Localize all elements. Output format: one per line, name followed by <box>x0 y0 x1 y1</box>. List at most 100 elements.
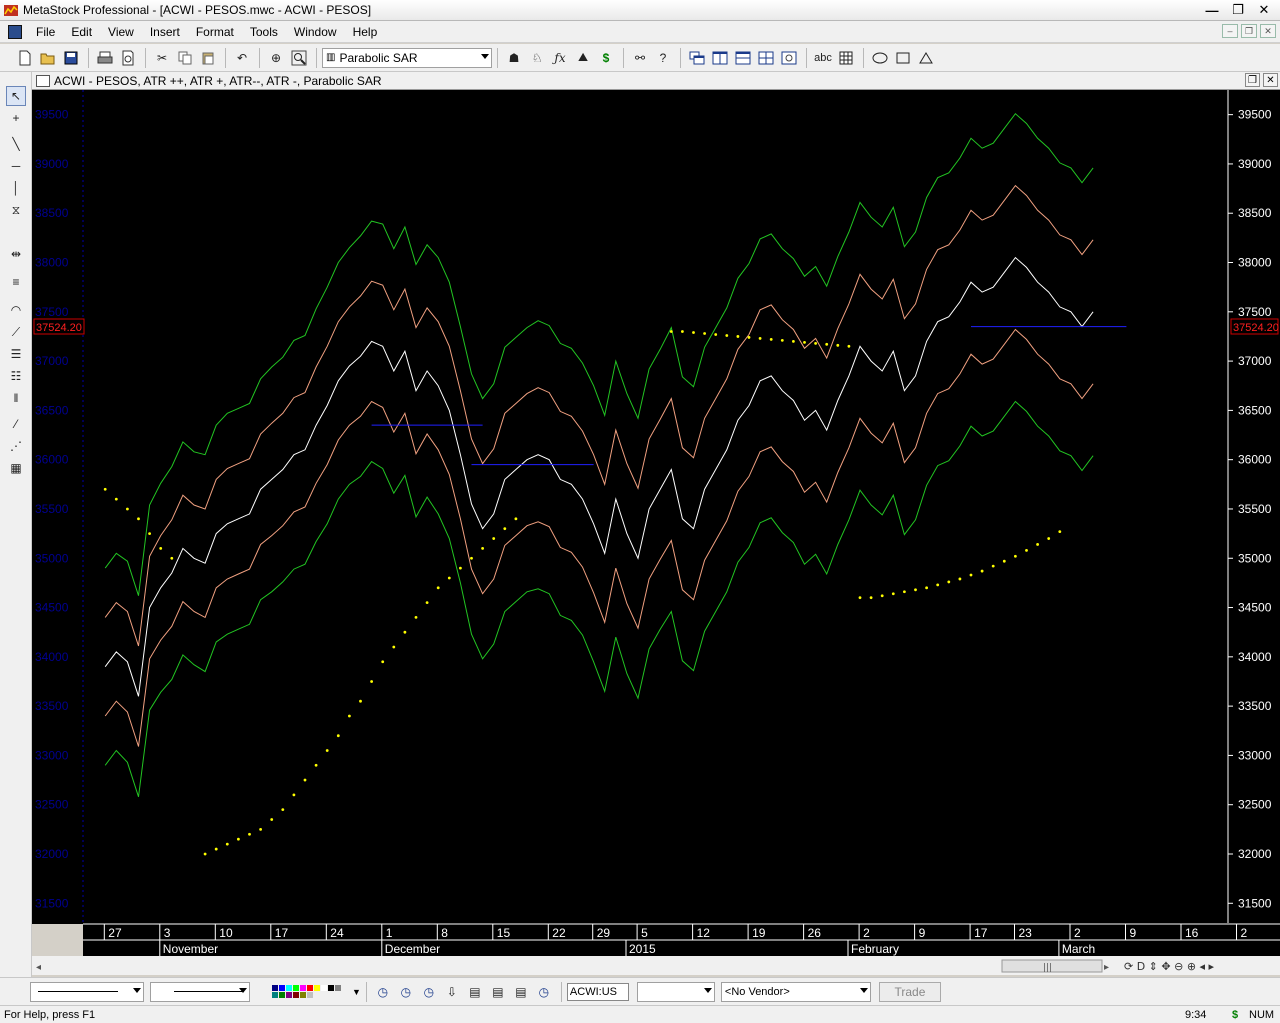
layout-two-icon[interactable]: ▤ <box>487 981 509 1003</box>
print-icon[interactable] <box>94 47 116 69</box>
scroll-tool-icon[interactable]: ⇹ <box>6 244 26 264</box>
minimize-button[interactable]: — <box>1200 1 1224 19</box>
menu-window[interactable]: Window <box>286 25 345 39</box>
menu-file[interactable]: File <box>28 25 63 39</box>
menu-edit[interactable]: Edit <box>63 25 100 39</box>
y-tick-label-left: 34000 <box>35 650 69 664</box>
copy-icon[interactable] <box>174 47 196 69</box>
pattern-tool-icon[interactable]: ▦ <box>6 458 26 478</box>
tile-grid-icon[interactable] <box>755 47 777 69</box>
print-preview-icon[interactable] <box>117 47 139 69</box>
vendor-select[interactable]: <No Vendor> <box>720 981 871 1002</box>
palette-dropdown-icon[interactable]: ▼ <box>352 987 361 997</box>
chart-close-icon[interactable]: ✕ <box>1263 73 1278 87</box>
indicator-builder-icon[interactable]: ƒx <box>549 47 571 69</box>
menu-insert[interactable]: Insert <box>142 25 188 39</box>
palette-swatch[interactable] <box>279 992 285 998</box>
binoculars-icon[interactable]: ⚯ <box>629 47 651 69</box>
rectangle-tool-icon[interactable] <box>892 47 914 69</box>
tile-horizontal-icon[interactable] <box>732 47 754 69</box>
line-style-select[interactable] <box>30 981 144 1002</box>
sar-dot <box>514 517 518 521</box>
zoom-icon[interactable] <box>288 47 310 69</box>
horizontal-line-tool-icon[interactable]: ─ <box>6 156 26 176</box>
palette-swatch[interactable] <box>286 985 292 991</box>
document-icon[interactable] <box>8 24 22 39</box>
paste-icon[interactable] <box>197 47 219 69</box>
palette-swatch[interactable] <box>272 985 278 991</box>
menu-format[interactable]: Format <box>188 25 242 39</box>
restore-button[interactable]: ❐ <box>1226 1 1250 19</box>
palette-swatch[interactable] <box>335 985 341 991</box>
cascade-windows-icon[interactable] <box>686 47 708 69</box>
dollar-icon[interactable]: $ <box>595 47 617 69</box>
period-monthly-icon[interactable]: ◷ <box>418 981 440 1003</box>
palette-swatch[interactable] <box>279 985 285 991</box>
menu-tools[interactable]: Tools <box>242 25 286 39</box>
line-tool-icon[interactable]: ⁄ <box>6 414 26 434</box>
palette-swatch[interactable] <box>300 992 306 998</box>
pointer-tool-icon[interactable]: ↖ <box>6 86 26 106</box>
mdi-minimize-icon[interactable]: – <box>1222 24 1238 38</box>
indicator-select[interactable]: ▥ Parabolic SAR <box>322 47 492 68</box>
y-tick-label: 35500 <box>1238 502 1272 516</box>
system-tester-icon[interactable]: ⛰ <box>572 47 594 69</box>
symbol-input[interactable] <box>566 982 629 1001</box>
quadrant-lines-tool-icon[interactable]: ☷ <box>6 366 26 386</box>
palette-swatch[interactable] <box>293 985 299 991</box>
cut-icon[interactable]: ✂ <box>151 47 173 69</box>
grid-table-icon[interactable] <box>835 47 857 69</box>
layout-one-icon[interactable]: ▤ <box>464 981 486 1003</box>
trade-button[interactable]: Trade <box>878 981 941 1002</box>
layout-three-icon[interactable]: ▤ <box>510 981 532 1003</box>
speed-lines-tool-icon[interactable]: ⟋ <box>6 322 26 342</box>
period-daily-icon[interactable]: ◷ <box>372 981 394 1003</box>
trendline-tool-icon[interactable]: ╲ <box>6 134 26 154</box>
text-tool-icon[interactable]: abc <box>812 47 834 69</box>
sar-dot <box>348 714 351 718</box>
close-button[interactable]: ✕ <box>1252 1 1276 19</box>
ellipse-tool-icon[interactable] <box>869 47 891 69</box>
chart-restore-icon[interactable]: ❐ <box>1245 73 1260 87</box>
color-palette[interactable] <box>272 985 344 998</box>
sar-dot <box>392 645 396 649</box>
cycle-lines-tool-icon[interactable]: ⧖ <box>6 200 26 220</box>
save-icon[interactable] <box>60 47 82 69</box>
palette-swatch[interactable] <box>293 992 299 998</box>
palette-swatch[interactable] <box>328 985 334 991</box>
help-pointer-icon[interactable]: ? <box>652 47 674 69</box>
palette-swatch[interactable] <box>286 992 292 998</box>
layout-settings-icon[interactable] <box>778 47 800 69</box>
vertical-line-tool-icon[interactable]: │ <box>6 178 26 198</box>
tile-vertical-icon[interactable] <box>709 47 731 69</box>
open-folder-icon[interactable] <box>37 47 59 69</box>
fibonacci-retracement-tool-icon[interactable]: ☰ <box>6 344 26 364</box>
time-zones-tool-icon[interactable]: ‖ <box>6 388 26 408</box>
import-data-icon[interactable]: ⇩ <box>441 981 463 1003</box>
palette-swatch[interactable] <box>314 985 320 991</box>
explorer-icon[interactable]: ♘ <box>526 47 548 69</box>
periodicity-select[interactable] <box>636 981 715 1002</box>
palette-swatch[interactable] <box>321 985 327 991</box>
raff-channel-tool-icon[interactable]: ≡ <box>6 272 26 292</box>
undo-icon[interactable]: ↶ <box>231 47 253 69</box>
gann-fan-tool-icon[interactable]: ⋰ <box>6 436 26 456</box>
menu-view[interactable]: View <box>100 25 142 39</box>
expert-advisor-icon[interactable]: ☗ <box>503 47 525 69</box>
fibonacci-arcs-tool-icon[interactable]: ◠ <box>6 300 26 320</box>
menu-help[interactable]: Help <box>345 25 386 39</box>
crosshair-tool-icon[interactable]: + <box>6 108 26 128</box>
palette-swatch[interactable] <box>272 992 278 998</box>
palette-swatch[interactable] <box>307 985 313 991</box>
palette-swatch[interactable] <box>307 992 313 998</box>
refresh-icon[interactable]: ◷ <box>533 981 555 1003</box>
line-weight-select[interactable] <box>150 981 250 1002</box>
crosshair-icon[interactable]: ⊕ <box>265 47 287 69</box>
price-chart[interactable]: 31500 31500 32000 32000 32500 32500 33000 33000… <box>32 90 1280 975</box>
palette-swatch[interactable] <box>300 985 306 991</box>
mdi-restore-icon[interactable]: ❐ <box>1241 24 1257 38</box>
new-file-icon[interactable] <box>14 47 36 69</box>
triangle-tool-icon[interactable] <box>915 47 937 69</box>
period-weekly-icon[interactable]: ◷ <box>395 981 417 1003</box>
mdi-close-icon[interactable]: ✕ <box>1260 24 1276 38</box>
